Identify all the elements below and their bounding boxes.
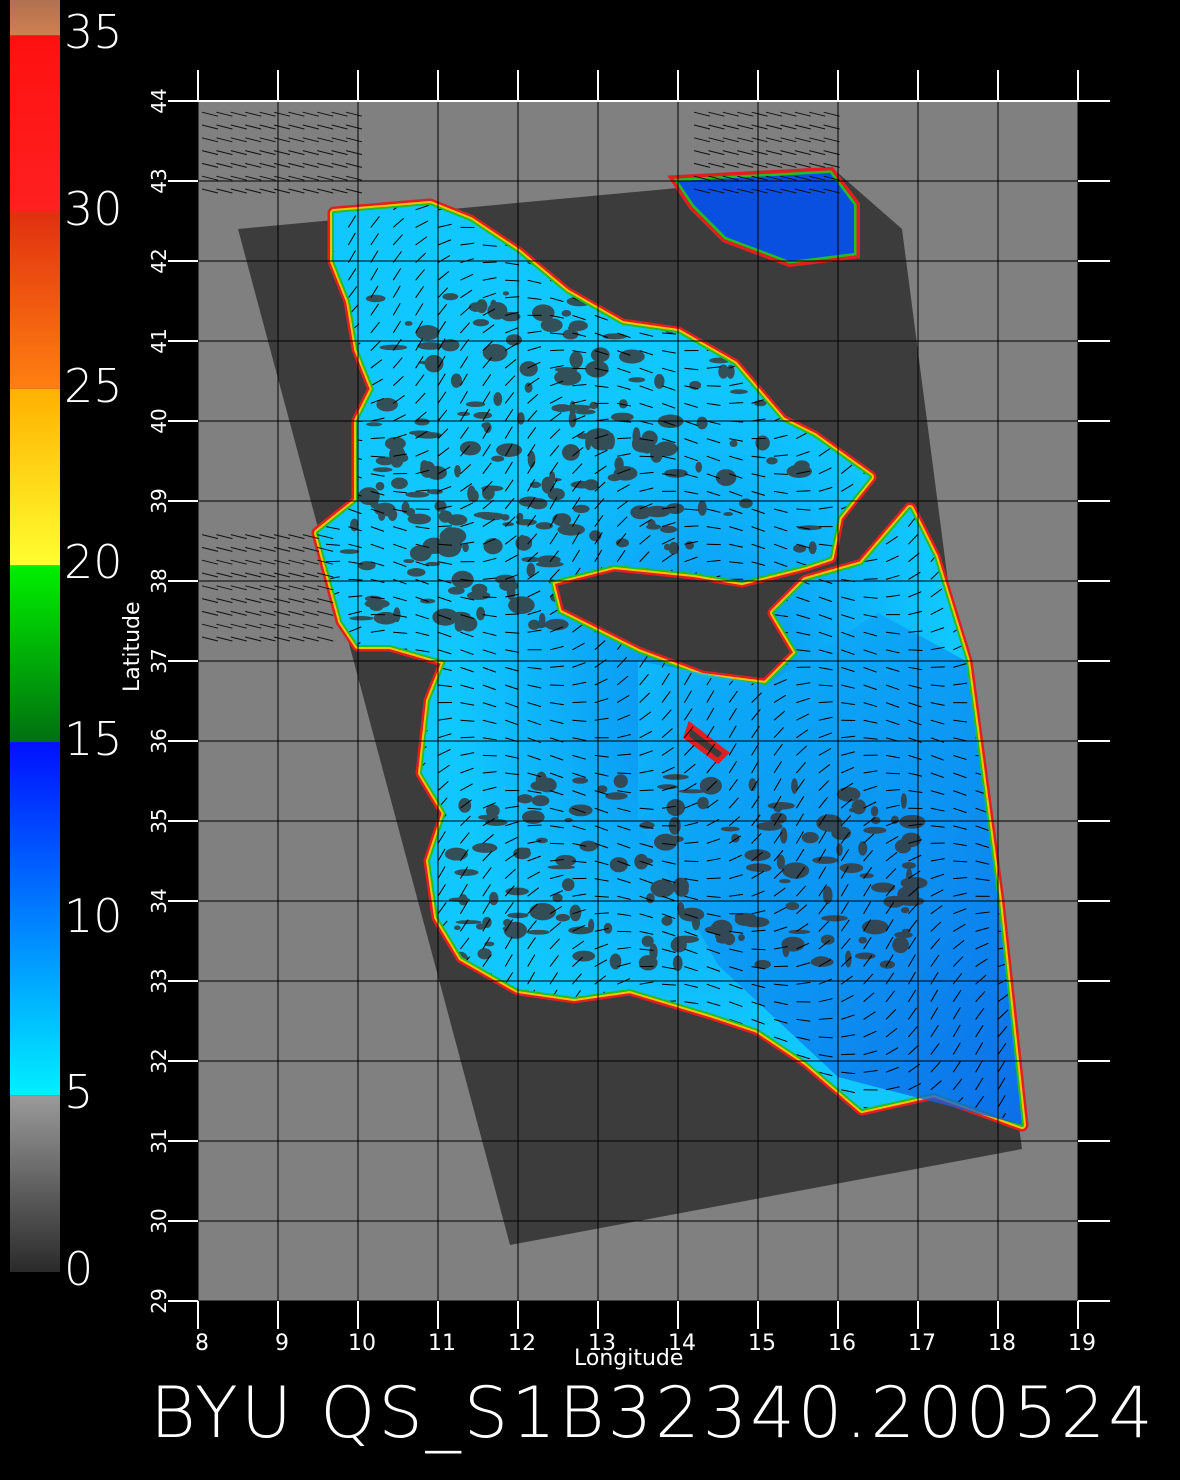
lon-tick-label: 16 (828, 1331, 856, 1356)
lat-tick-label: 40 (147, 408, 171, 433)
lon-tick-label: 9 (275, 1331, 289, 1356)
lon-tick-label: 10 (348, 1331, 376, 1356)
lat-tick-label: 29 (147, 1288, 171, 1313)
lon-tick-label: 18 (988, 1331, 1016, 1356)
lat-tick-label: 42 (147, 248, 171, 273)
lat-tick-label: 38 (147, 568, 171, 593)
lat-tick-label: 44 (147, 88, 171, 113)
lat-tick-label: 39 (147, 488, 171, 513)
lon-tick-label: 8 (195, 1331, 209, 1356)
x-axis-label: Longitude (574, 1346, 684, 1371)
lat-tick-label: 37 (147, 648, 171, 673)
lat-tick-label: 32 (147, 1048, 171, 1073)
lat-tick-label: 33 (147, 968, 171, 993)
lat-tick-label: 30 (147, 1208, 171, 1233)
lon-tick-label: 11 (428, 1331, 456, 1356)
lat-tick-label: 36 (147, 728, 171, 753)
product-title: BYU QS_S1B32340.200524 (150, 1372, 1156, 1454)
lon-tick-label: 12 (508, 1331, 536, 1356)
scatterometer-wind-map: 35 30 25 20 15 10 5 0 8 9 10 11 12 13 14 15 16 17 18 19 29 3… (0, 0, 1180, 1480)
lon-tick-label: 19 (1068, 1331, 1096, 1356)
lon-tick-label: 15 (748, 1331, 776, 1356)
y-axis-label: Latitude (120, 601, 145, 692)
lat-tick-label: 41 (147, 328, 171, 353)
lat-tick-label: 43 (147, 168, 171, 193)
lat-tick-label: 34 (147, 888, 171, 913)
lon-tick-label: 17 (908, 1331, 936, 1356)
map-plot: 8 9 10 11 12 13 14 15 16 17 18 19293031323334353637… (147, 70, 1110, 1356)
lat-tick-label: 35 (147, 808, 171, 833)
lat-tick-label: 31 (147, 1128, 171, 1153)
